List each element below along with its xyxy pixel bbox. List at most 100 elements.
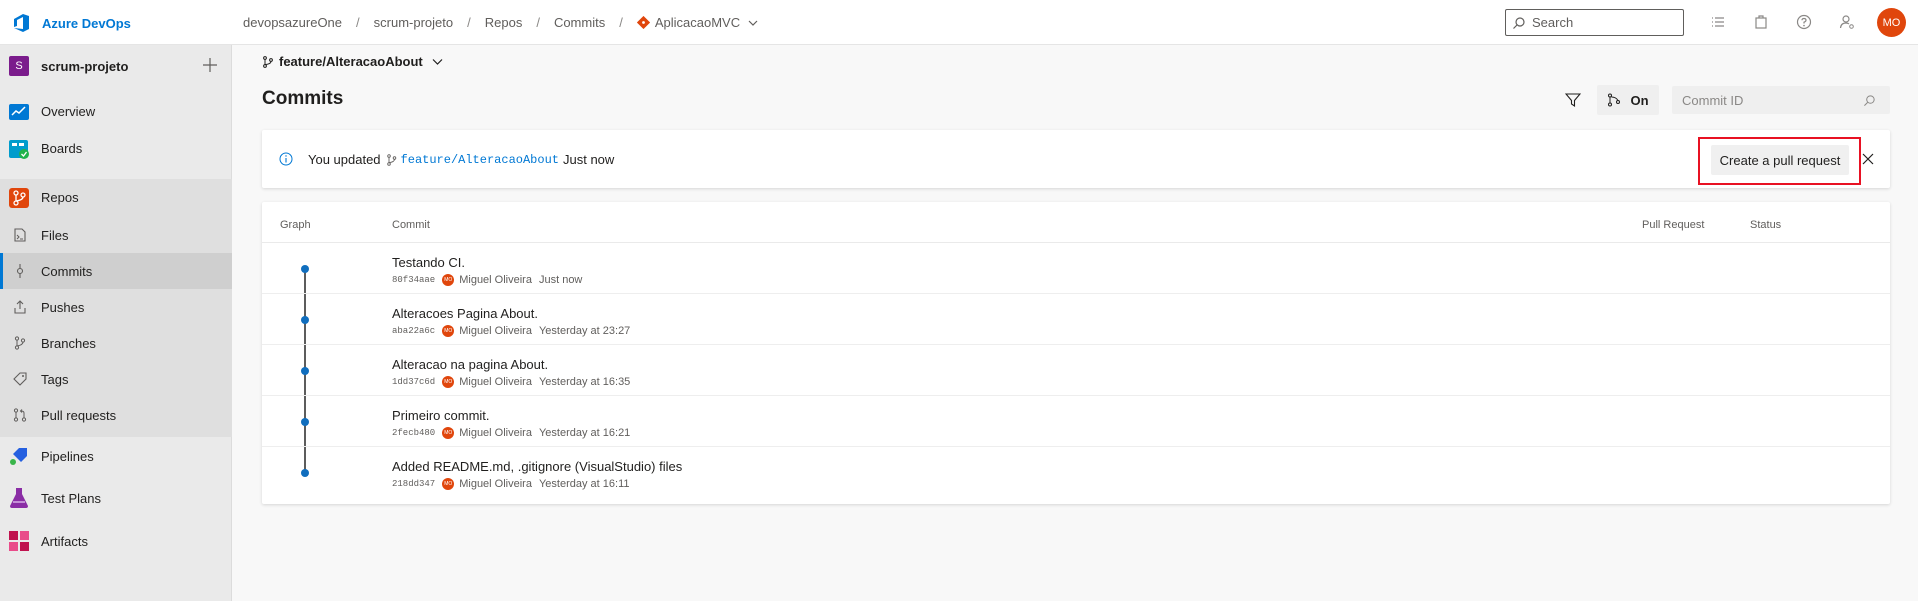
commit-author: Miguel Oliveira (459, 427, 532, 439)
commit-message[interactable]: Alteracao na pagina About. (392, 357, 548, 372)
table-row[interactable]: Alteracoes Pagina About. aba22a6c MO Mig… (262, 294, 1890, 345)
commit-id-search[interactable] (1672, 86, 1890, 114)
column-header-commit: Commit (392, 219, 430, 231)
project-avatar: S (9, 56, 29, 76)
search-icon (1513, 16, 1525, 29)
commit-message[interactable]: Testando CI. (392, 255, 465, 270)
create-pull-request-button[interactable]: Create a pull request (1711, 145, 1849, 175)
breadcrumb-org[interactable]: devopsazureOne (243, 15, 342, 30)
user-settings-icon[interactable] (1839, 14, 1855, 30)
search-input[interactable] (1532, 15, 1672, 30)
filter-icon[interactable] (1565, 92, 1581, 108)
branch-selector[interactable]: feature/AlteracaoAbout (262, 54, 448, 69)
pipelines-icon (10, 448, 27, 465)
git-repo-icon (636, 16, 650, 29)
table-row[interactable]: Added README.md, .gitignore (VisualStudi… (262, 447, 1890, 498)
branch-name: feature/AlteracaoAbout (279, 54, 423, 69)
breadcrumb-repo[interactable]: AplicacaoMVC (636, 15, 758, 30)
close-icon[interactable] (1861, 152, 1875, 166)
sidebar-item-test-plans[interactable]: Test Plans (0, 479, 232, 517)
banner-prefix: You updated (308, 152, 381, 167)
shopping-bag-icon[interactable] (1753, 14, 1769, 30)
breadcrumb-project[interactable]: scrum-projeto (374, 15, 453, 30)
commit-time: Just now (538, 274, 583, 286)
commit-id-input[interactable] (1682, 92, 1857, 108)
breadcrumb-page[interactable]: Commits (554, 15, 605, 30)
commit-author: Miguel Oliveira (459, 325, 532, 337)
help-icon[interactable] (1796, 14, 1812, 30)
update-banner: You updated feature/AlteracaoAbout Just … (262, 130, 1890, 188)
sidebar-item-branches[interactable]: Branches (0, 325, 232, 361)
commit-hash[interactable]: aba22a6c (392, 326, 435, 336)
breadcrumb-separator: / (356, 15, 360, 30)
sidebar-item-label: Files (41, 228, 69, 243)
commit-hash[interactable]: 1dd37c6d (392, 377, 435, 387)
commit-message[interactable]: Primeiro commit. (392, 408, 490, 423)
commit-hash[interactable]: 80f34aae (392, 275, 435, 285)
column-header-pull-request: Pull Request (1642, 219, 1705, 231)
commit-time: Yesterday at 23:27 (538, 325, 631, 337)
commit-meta: aba22a6c MO Miguel Oliveira Yesterday at… (392, 325, 630, 337)
table-row[interactable]: Alteracao na pagina About. 1dd37c6d MO M… (262, 345, 1890, 396)
sidebar-item-tags[interactable]: Tags (0, 361, 232, 397)
commit-hash[interactable]: 2fecb480 (392, 428, 435, 438)
graph-icon (1608, 93, 1621, 107)
top-bar: Azure DevOps devopsazureOne / scrum-proj… (0, 0, 1918, 45)
sidebar-item-boards[interactable]: Boards (0, 130, 232, 168)
pushes-icon (14, 300, 26, 314)
commit-meta: 2fecb480 MO Miguel Oliveira Yesterday at… (392, 427, 630, 439)
sidebar-item-pushes[interactable]: Pushes (0, 289, 232, 325)
search-box[interactable] (1505, 9, 1684, 36)
commit-meta: 80f34aae MO Miguel Oliveira Just now (392, 274, 582, 286)
author-avatar: MO (442, 427, 455, 439)
sidebar-item-commits[interactable]: Commits (0, 253, 232, 289)
table-row[interactable]: Testando CI. 80f34aae MO Miguel Oliveira… (262, 243, 1890, 294)
commits-table: Graph Commit Pull Request Status Testand… (262, 202, 1890, 504)
commit-hash[interactable]: 218dd347 (392, 479, 435, 489)
project-header[interactable]: S scrum-projeto (0, 45, 232, 85)
overview-icon (9, 104, 29, 120)
sidebar-item-label: Artifacts (41, 534, 88, 549)
branch-icon (386, 153, 396, 166)
sidebar-item-label: Tags (41, 372, 69, 387)
sidebar-item-overview[interactable]: Overview (0, 93, 232, 130)
breadcrumb-separator: / (467, 15, 471, 30)
author-avatar: MO (442, 376, 455, 388)
banner-message: You updated feature/AlteracaoAbout Just … (308, 152, 614, 167)
azure-devops-icon (14, 14, 29, 32)
column-header-status: Status (1750, 219, 1782, 231)
author-avatar: MO (442, 274, 455, 286)
tag-icon (13, 372, 27, 386)
chevron-down-icon[interactable] (748, 18, 758, 28)
sidebar-item-label: Commits (41, 264, 93, 279)
breadcrumb-separator: / (619, 15, 623, 30)
search-icon[interactable] (1863, 94, 1876, 107)
commit-author: Miguel Oliveira (459, 376, 532, 388)
sidebar-item-pull-requests[interactable]: Pull requests (0, 397, 232, 433)
sidebar-item-artifacts[interactable]: Artifacts (0, 522, 232, 560)
banner-branch-link[interactable]: feature/AlteracaoAbout (401, 153, 559, 167)
sidebar-item-pipelines[interactable]: Pipelines (0, 437, 232, 475)
sidebar-item-repos[interactable]: Repos (0, 179, 232, 217)
add-icon[interactable] (202, 57, 218, 73)
graph-toggle-label: On (1630, 92, 1649, 108)
commit-time: Yesterday at 16:35 (538, 376, 631, 388)
test-plans-icon (10, 488, 28, 508)
sidebar: S scrum-projeto Overview Boards Repos Fi… (0, 45, 232, 601)
commit-time: Yesterday at 16:21 (538, 427, 631, 439)
table-row[interactable]: Primeiro commit. 2fecb480 MO Miguel Oliv… (262, 396, 1890, 447)
author-avatar: MO (442, 478, 455, 490)
sidebar-item-label: Boards (41, 141, 83, 156)
commit-message[interactable]: Alteracoes Pagina About. (392, 306, 538, 321)
list-icon[interactable] (1710, 14, 1726, 30)
sidebar-item-label: Overview (41, 104, 96, 119)
commit-message[interactable]: Added README.md, .gitignore (VisualStudi… (392, 459, 682, 474)
azure-devops-logo[interactable]: Azure DevOps (12, 13, 131, 33)
repos-icon (9, 188, 29, 208)
graph-toggle-button[interactable]: On (1597, 85, 1659, 115)
sidebar-item-label: Branches (41, 336, 96, 351)
breadcrumb: devopsazureOne / scrum-projeto / Repos /… (243, 15, 758, 30)
sidebar-item-files[interactable]: Files (0, 217, 232, 253)
user-avatar[interactable]: MO (1877, 8, 1906, 37)
breadcrumb-section[interactable]: Repos (485, 15, 523, 30)
